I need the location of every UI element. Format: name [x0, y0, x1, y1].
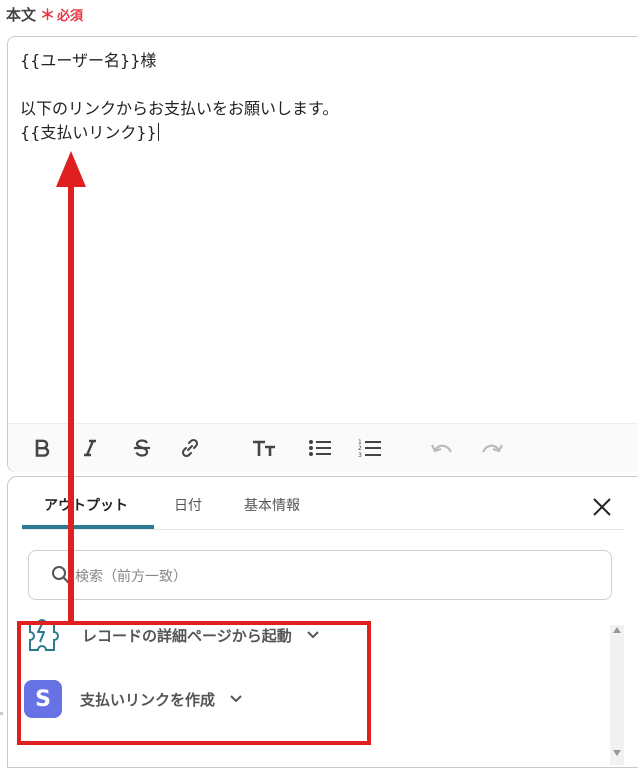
editor-line-empty: [20, 73, 638, 97]
tab-basic-info[interactable]: 基本情報: [244, 495, 300, 515]
tab-bar: アウトプット 日付 基本情報: [22, 477, 624, 530]
scrollbar[interactable]: [610, 625, 624, 765]
tab-date[interactable]: 日付: [174, 495, 202, 515]
field-label-text: 本文: [6, 6, 37, 24]
tab-output[interactable]: アウトプット: [44, 495, 128, 515]
close-button[interactable]: [590, 495, 614, 519]
svg-text:3: 3: [358, 452, 362, 458]
editor-line-with-caret: {{支払いリンク}}: [20, 121, 638, 145]
bold-icon[interactable]: [28, 434, 56, 462]
close-icon: [593, 498, 611, 516]
undo-icon[interactable]: [428, 434, 456, 462]
divider-mark: [0, 712, 3, 715]
required-star: ＊: [40, 6, 56, 24]
bullet-list-icon[interactable]: [306, 434, 334, 462]
annotation-highlight-box: [17, 621, 371, 745]
text-size-icon[interactable]: [250, 434, 278, 462]
search-placeholder: 検索（前方一致）: [75, 569, 187, 585]
strikethrough-icon[interactable]: [128, 434, 156, 462]
body-editor[interactable]: {{ユーザー名}}様 以下のリンクからお支払いをお願いします。 {{支払いリンク…: [7, 36, 638, 472]
text-caret: [157, 123, 159, 141]
italic-icon[interactable]: [76, 434, 104, 462]
editor-line: {{ユーザー名}}様: [20, 51, 157, 70]
active-tab-indicator: [22, 525, 154, 529]
annotation-arrow-shaft: [68, 186, 74, 623]
search-input[interactable]: 検索（前方一致）: [28, 550, 612, 600]
editor-toolbar: 123: [8, 423, 638, 472]
editor-content[interactable]: {{ユーザー名}}様 以下のリンクからお支払いをお願いします。 {{支払いリンク…: [20, 49, 638, 145]
field-label: 本文＊必須: [6, 4, 83, 25]
svg-text:2: 2: [358, 445, 362, 452]
annotation-arrow-head: [56, 151, 86, 187]
redo-icon[interactable]: [478, 434, 506, 462]
editor-line: {{支払いリンク}}: [20, 123, 157, 142]
scroll-up-arrow-icon[interactable]: [613, 627, 621, 633]
link-icon[interactable]: [176, 434, 204, 462]
required-label: 必須: [57, 9, 84, 24]
numbered-list-icon[interactable]: 123: [356, 434, 384, 462]
scroll-down-arrow-icon[interactable]: [613, 750, 621, 756]
editor-line: 以下のリンクからお支払いをお願いします。: [20, 99, 339, 118]
